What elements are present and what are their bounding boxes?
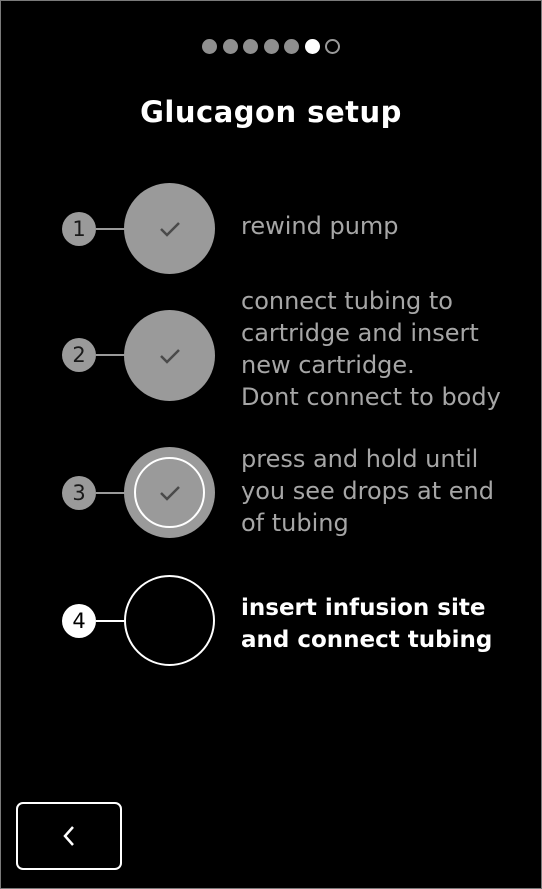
step-connector [96,492,125,494]
step-status-circle [124,183,215,274]
step-status-circle [124,575,215,666]
check-icon [159,348,180,364]
step-label-line: connect tubing to [241,287,453,315]
step-connector [96,354,125,356]
progress-dot-5 [284,39,299,54]
step-number-badge: 4 [62,604,96,638]
step-label-line: press and hold until [241,445,479,473]
step-label-line: rewind pump [241,212,399,240]
step-label-line: Dont connect to body [241,383,501,411]
step-status-circle [124,310,215,401]
progress-dot-6 [304,39,320,54]
check-icon [159,221,180,237]
step-label-line: insert infusion site [241,595,486,621]
step-label-line: and connect tubing [241,627,493,653]
page-title: Glucagon setup [140,95,402,129]
progress-dot-1 [202,39,217,54]
step-connector [96,620,125,622]
glucagon-setup-screen: Glucagon setup 1 rewind pump 2 connect t… [0,0,542,889]
step-label: rewind pump [241,210,399,242]
step-status-circle [124,447,215,538]
step-number-badge: 2 [62,338,96,372]
step-number-badge: 3 [62,476,96,510]
progress-dot-3 [243,39,258,54]
step-label-line: of tubing [241,509,349,537]
step-connector [96,228,125,230]
progress-dot-2 [222,39,238,54]
step-label: connect tubing to cartridge and insert n… [241,285,501,413]
step-number-badge: 1 [62,212,96,246]
back-button[interactable] [16,802,122,870]
step-label: press and hold until you see drops at en… [241,443,494,539]
progress-dot-4 [263,39,279,54]
chevron-left-icon [63,826,74,846]
step-label-line: cartridge and insert [241,319,479,347]
step-label-line: you see drops at end [241,477,494,505]
check-icon [159,485,180,501]
progress-dot-7 [325,39,340,54]
step-label: insert infusion site and connect tubing [241,592,492,656]
progress-dots [1,39,541,54]
step-label-line: new cartridge. [241,351,415,379]
